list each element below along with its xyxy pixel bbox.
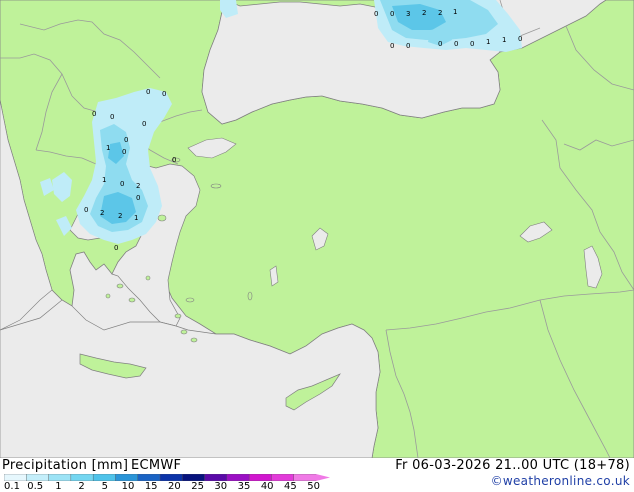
precip-label: 0: [406, 42, 410, 50]
color-scale-tick: 5: [101, 481, 108, 492]
precip-label: 1: [486, 38, 490, 46]
color-scale-tick: 15: [144, 481, 158, 492]
legend-title: Precipitation [mm]: [2, 458, 129, 473]
precip-label: 0: [390, 10, 394, 18]
precip-label: 0: [142, 120, 146, 128]
legend-datetime: Fr 06-03-2026 21..00 UTC (18+78): [395, 458, 630, 473]
color-scale-tick: 2: [78, 481, 85, 492]
precip-label: 0: [390, 42, 394, 50]
color-scale-box: [70, 474, 94, 481]
precipitation-map: 0 0 3 2 2 1 0 0 0 0 0 1 1 0 0 0 0 0 0 0 …: [0, 0, 634, 458]
color-scale-tick: 30: [214, 481, 228, 492]
precip-label: 2: [136, 182, 140, 190]
color-scale-box: [137, 474, 161, 481]
precip-label: 3: [406, 10, 410, 18]
precip-label: 2: [118, 212, 122, 220]
color-scale-box: [92, 474, 116, 481]
precip-label: 2: [100, 209, 104, 217]
color-scale-arrow: [316, 474, 330, 481]
precip-label: 0: [470, 40, 474, 48]
precip-label: 1: [102, 176, 106, 184]
color-scale-box: [226, 474, 250, 481]
legend-footer: Precipitation [mm] ECMWF Fr 06-03-2026 2…: [0, 458, 634, 492]
precip-label: 0: [172, 156, 176, 164]
precip-label: 1: [453, 8, 457, 16]
precip-label: 0: [136, 194, 140, 202]
color-scale-box: [4, 474, 27, 481]
color-scale-box: [48, 474, 72, 481]
precip-label: 1: [502, 36, 506, 44]
color-scale-box: [115, 474, 139, 481]
legend-model: ECMWF: [131, 458, 182, 473]
color-scale-tick: 20: [168, 481, 181, 492]
color-scale-tick: 35: [237, 481, 251, 492]
color-scale: [4, 474, 330, 481]
color-scale-tick: 10: [121, 481, 135, 492]
color-scale-box: [26, 474, 50, 481]
precip-label: 1: [134, 214, 138, 222]
color-scale-tick: 50: [307, 481, 320, 492]
color-scale-box: [293, 474, 317, 481]
color-scale-box: [204, 474, 228, 481]
color-scale-box: [248, 474, 272, 481]
precip-label: 2: [422, 9, 426, 17]
precip-label: 2: [438, 9, 442, 17]
color-scale-tick: 40: [260, 481, 274, 492]
precip-label: 0: [84, 206, 88, 214]
color-scale-box: [159, 474, 183, 481]
precip-label: 0: [162, 90, 166, 98]
color-scale-tick: 0.1: [4, 481, 20, 492]
precip-label: 0: [374, 10, 378, 18]
color-scale-tick: 1: [55, 481, 62, 492]
precip-label: 0: [518, 35, 522, 43]
color-scale-box: [182, 474, 206, 481]
color-scale-tick: 0.5: [27, 481, 44, 492]
credit-link[interactable]: ©weatheronline.co.uk: [491, 474, 630, 488]
precip-label: 0: [146, 88, 150, 96]
color-scale-box: [271, 474, 295, 481]
color-scale-tick: 25: [191, 481, 204, 492]
precip-label: 1: [106, 144, 110, 152]
precip-label: 0: [438, 40, 442, 48]
precip-label: 0: [122, 148, 126, 156]
precip-label: 0: [454, 40, 458, 48]
precip-label: 0: [114, 244, 118, 252]
precip-label: 0: [110, 113, 114, 121]
precip-label: 0: [120, 180, 124, 188]
color-scale-tick: 45: [284, 481, 297, 492]
precip-label: 0: [124, 136, 128, 144]
precip-label: 0: [92, 110, 96, 118]
